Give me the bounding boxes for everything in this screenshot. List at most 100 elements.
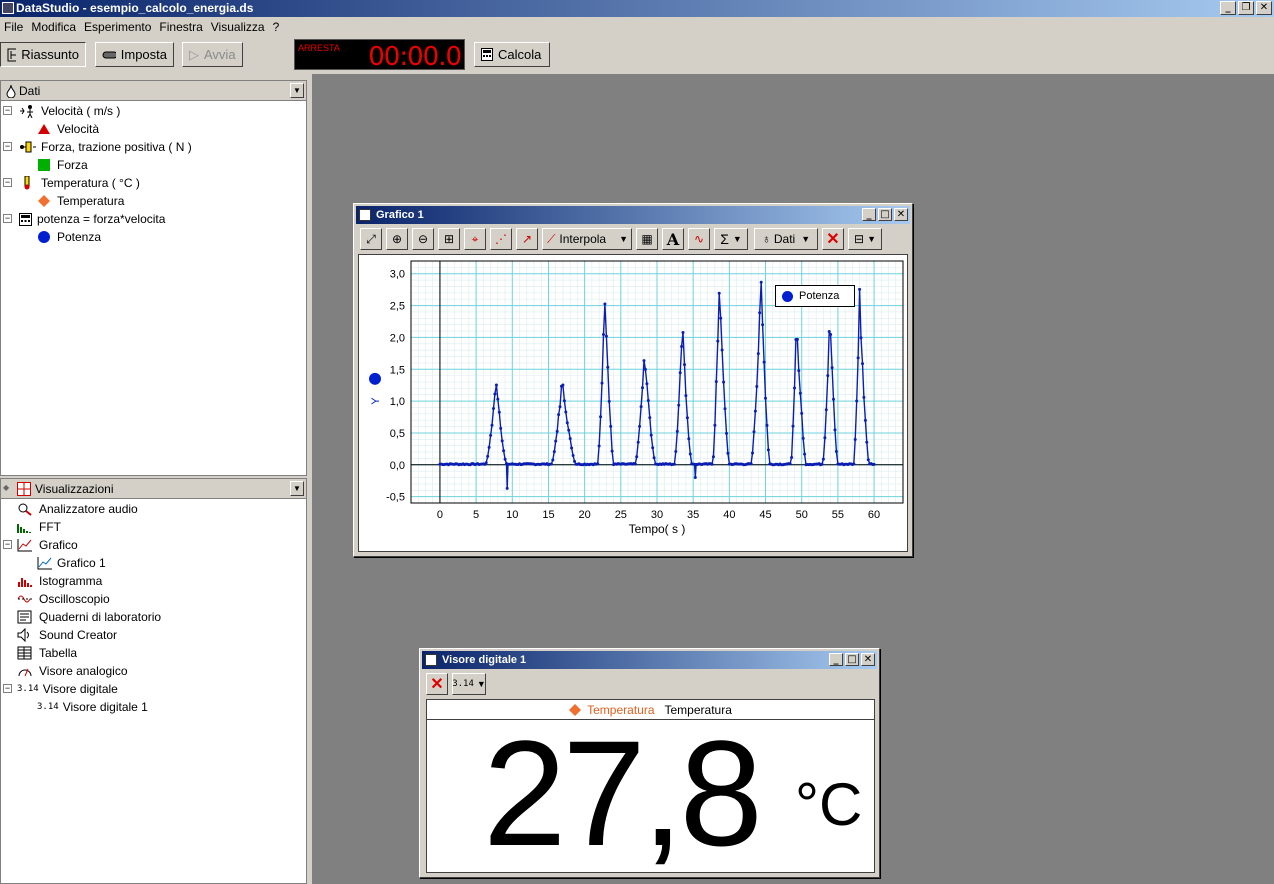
collapse-toggle[interactable]: − bbox=[3, 142, 12, 151]
riassunto-button[interactable]: Riassunto bbox=[0, 42, 86, 67]
collapse-toggle[interactable]: − bbox=[3, 178, 12, 187]
text-button[interactable]: A bbox=[662, 228, 684, 250]
dati-button[interactable]: ♁ Dati ▼ bbox=[754, 228, 818, 250]
motion-sensor-icon bbox=[20, 105, 33, 118]
data-point bbox=[486, 454, 490, 458]
minimize-button[interactable]: _ bbox=[862, 208, 876, 221]
display-oscilloscopio[interactable]: Oscilloscopio bbox=[17, 590, 110, 608]
data-child-velocita[interactable]: Velocità bbox=[37, 120, 99, 138]
sigma-button[interactable]: Σ ▼ bbox=[714, 228, 748, 250]
chart-legend[interactable]: Potenza bbox=[775, 285, 855, 307]
display-grafico[interactable]: − Grafico bbox=[3, 536, 78, 554]
interpola-button[interactable]: ⟋ Interpola ▼ bbox=[542, 228, 632, 250]
zoom-out-button[interactable]: ⊖ bbox=[412, 228, 434, 250]
data-child-temperatura[interactable]: Temperatura bbox=[37, 192, 124, 210]
data-point bbox=[674, 450, 678, 453]
display-fft[interactable]: FFT bbox=[17, 518, 61, 536]
restore-button[interactable]: ❐ bbox=[1238, 1, 1254, 15]
imposta-button[interactable]: Imposta bbox=[95, 42, 174, 67]
data-child-forza[interactable]: Forza bbox=[37, 156, 88, 174]
display-istogramma[interactable]: Istogramma bbox=[17, 572, 102, 590]
maximize-button[interactable]: □ bbox=[845, 653, 859, 666]
data-point bbox=[490, 423, 494, 427]
data-child-potenza[interactable]: Potenza bbox=[37, 228, 101, 246]
data-point bbox=[557, 413, 561, 417]
data-item-velocita[interactable]: − Velocità ( m/s ) bbox=[3, 102, 120, 120]
display-sound-creator[interactable]: Sound Creator bbox=[17, 626, 117, 644]
digital-window-titlebar[interactable]: Visore digitale 1 _ □ ✕ bbox=[422, 651, 877, 669]
data-point bbox=[824, 408, 828, 412]
minimize-button[interactable]: _ bbox=[1220, 1, 1236, 15]
data-point bbox=[834, 450, 838, 453]
zoom-in-button[interactable]: ⊕ bbox=[386, 228, 408, 250]
collapse-toggle[interactable]: − bbox=[3, 214, 12, 223]
smart-tool-button[interactable]: ⌖ bbox=[464, 228, 486, 250]
chevron-down-icon: ▼ bbox=[476, 679, 486, 689]
delete-button[interactable]: ✕ bbox=[822, 228, 844, 250]
data-point bbox=[564, 410, 568, 414]
data-point bbox=[552, 450, 556, 454]
close-button[interactable]: ✕ bbox=[861, 653, 875, 666]
calculator-button[interactable]: ▦ bbox=[636, 228, 658, 250]
data-item-forza[interactable]: − Forza, trazione positiva ( N ) bbox=[3, 138, 192, 156]
digits-button[interactable]: 3.14 ▼ bbox=[452, 673, 486, 695]
menu-visualizza[interactable]: Visualizza bbox=[207, 20, 269, 34]
menu-esperimento[interactable]: Esperimento bbox=[80, 20, 155, 34]
collapse-toggle[interactable]: − bbox=[3, 106, 12, 115]
display-analizzatore-audio[interactable]: Analizzatore audio bbox=[17, 500, 138, 518]
annotation-button[interactable]: ↗ bbox=[516, 228, 538, 250]
data-point bbox=[604, 334, 608, 338]
menu-file[interactable]: File bbox=[0, 20, 27, 34]
y-tick-label: 3,0 bbox=[390, 269, 405, 281]
data-point bbox=[492, 407, 495, 410]
data-item-temperatura[interactable]: − Temperatura ( °C ) bbox=[3, 174, 140, 192]
close-button[interactable]: ✕ bbox=[894, 208, 908, 221]
data-point bbox=[677, 403, 681, 407]
data-point bbox=[633, 462, 637, 466]
collapse-toggle[interactable]: − bbox=[3, 540, 12, 549]
statistics-button[interactable]: ∿ bbox=[688, 228, 710, 250]
close-button[interactable]: ✕ bbox=[1256, 1, 1272, 15]
data-point bbox=[714, 380, 718, 384]
display-label: Grafico 1 bbox=[57, 556, 106, 570]
scale-to-fit-button[interactable]: ⤢ bbox=[360, 228, 382, 250]
data-point bbox=[596, 462, 600, 466]
data-point bbox=[489, 433, 493, 437]
calcola-button[interactable]: Calcola bbox=[474, 42, 550, 67]
menu-finestra[interactable]: Finestra bbox=[155, 20, 206, 34]
data-item-potenza[interactable]: − potenza = forza*velocita bbox=[3, 210, 165, 228]
collapse-toggle[interactable]: − bbox=[3, 684, 12, 693]
splitter-arrows-icon[interactable]: ◆ bbox=[3, 483, 9, 492]
riassunto-label: Riassunto bbox=[21, 47, 79, 62]
display-visore-digitale[interactable]: − 3.14 Visore digitale bbox=[3, 680, 118, 698]
display-quaderni[interactable]: Quaderni di laboratorio bbox=[17, 608, 161, 626]
setup-icon bbox=[102, 51, 116, 58]
display-visore-digitale-1[interactable]: 3.14 Visore digitale 1 bbox=[37, 698, 148, 716]
minimize-button[interactable]: _ bbox=[829, 653, 843, 666]
data-point bbox=[713, 423, 717, 427]
data-panel-title: Dati bbox=[19, 83, 41, 98]
displays-panel-dropdown[interactable]: ▼ bbox=[290, 481, 304, 496]
graph-window-titlebar[interactable]: Grafico 1 _ □ ✕ bbox=[356, 206, 910, 224]
data-point bbox=[872, 462, 876, 466]
data-point bbox=[561, 383, 565, 387]
data-point bbox=[862, 395, 866, 399]
menu-help[interactable]: ? bbox=[269, 20, 284, 34]
menu-modifica[interactable]: Modifica bbox=[27, 20, 80, 34]
data-point bbox=[710, 462, 714, 466]
display-grafico-1[interactable]: Grafico 1 bbox=[37, 554, 106, 572]
display-visore-analogico[interactable]: Visore analogico bbox=[17, 662, 128, 680]
maximize-button[interactable]: □ bbox=[878, 208, 892, 221]
display-tabella[interactable]: Tabella bbox=[17, 644, 77, 662]
settings-button[interactable]: ⊟ ▼ bbox=[848, 228, 882, 250]
data-panel-dropdown[interactable]: ▼ bbox=[290, 83, 304, 98]
graph-plot-area[interactable]: 0 5 10 15 20 25 30 35 40 45 50 55 60 3,0 2,5 2,0 1,5 1,0 0… bbox=[358, 254, 908, 552]
delete-button[interactable]: ✕ bbox=[426, 673, 448, 695]
data-point bbox=[636, 440, 640, 444]
slope-tool-button[interactable]: ⋰ bbox=[490, 228, 512, 250]
document-icon bbox=[359, 209, 371, 221]
zoom-select-button[interactable]: ⊞ bbox=[438, 228, 460, 250]
calculator-icon bbox=[481, 48, 493, 61]
graph-icon bbox=[17, 539, 32, 552]
avvia-button[interactable]: ▷ Avvia bbox=[182, 42, 243, 67]
